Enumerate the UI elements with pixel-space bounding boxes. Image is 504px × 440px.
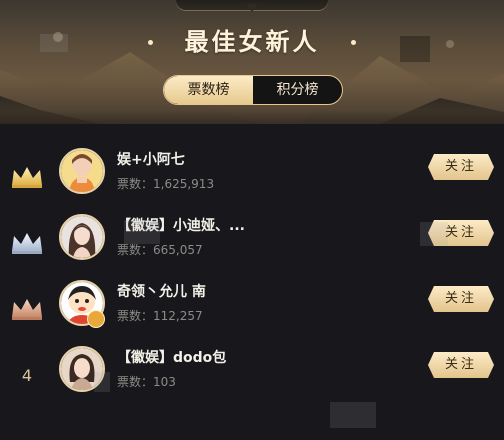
follow-button[interactable]: 关注 [428,352,494,378]
follow-button-label: 关注 [444,291,477,306]
avatar[interactable] [59,148,105,194]
live-badge-icon [87,310,105,328]
avatar-long-hair-woman [61,216,103,258]
vote-count: 票数：112,257 [117,309,203,323]
rank-1-badge [10,162,44,192]
follow-button-label: 关注 [444,225,477,240]
ranking-row-3: 奇领丶允儿 南 票数：112,257 关注 [0,280,504,346]
follow-button-label: 关注 [444,357,477,372]
best-female-newcomer-ranking: 最佳女新人 票数榜 积分榜 娱+小阿七 票数：1,625,913 关注 【徽娱】… [0,0,504,440]
user-name[interactable]: 【徽娱】小迪娅、... [117,217,245,235]
page-title: 最佳女新人 [184,28,320,56]
rank-3-badge [10,294,44,324]
mountain-background [0,32,504,124]
avatar-woman-dark-hair [61,348,103,390]
follow-button[interactable]: 关注 [428,220,494,246]
tab-points-ranking[interactable]: 积分榜 [253,76,342,104]
ranking-tab-switch: 票数榜 积分榜 [163,75,343,105]
bronze-crown-icon [12,299,42,320]
gold-crown-icon [12,167,42,188]
user-name[interactable]: 奇领丶允儿 南 [117,283,206,301]
rank-4-badge: 4 [10,360,44,390]
title-row: 最佳女新人 [0,22,504,62]
rank-number: 4 [21,365,33,385]
avatar-orange-top-woman [61,150,103,192]
ranking-row-2: 【徽娱】小迪娅、... 票数：665,057 关注 [0,214,504,280]
vote-count: 票数：1,625,913 [117,177,215,191]
title-right-dot [350,40,356,45]
silver-crown-icon [12,233,42,254]
ranking-header: 最佳女新人 票数榜 积分榜 [0,0,504,124]
user-name[interactable]: 【徽娱】dodo包 [117,349,226,367]
avatar[interactable] [59,346,105,392]
vote-count: 票数：665,057 [117,243,203,257]
user-name[interactable]: 娱+小阿七 [117,151,185,169]
tab-votes-ranking[interactable]: 票数榜 [164,76,253,104]
top-tab-notch [176,0,328,12]
ranking-row-1: 娱+小阿七 票数：1,625,913 关注 [0,148,504,214]
title-left-dot [148,40,154,45]
rank-2-badge [10,228,44,258]
follow-button-label: 关注 [444,159,477,174]
follow-button[interactable]: 关注 [428,154,494,180]
ranking-row-4: 4 【徽娱】dodo包 票数：103 关注 [0,346,504,412]
follow-button[interactable]: 关注 [428,286,494,312]
ranking-list: 娱+小阿七 票数：1,625,913 关注 【徽娱】小迪娅、... 票数：665… [0,124,504,440]
avatar[interactable] [59,214,105,260]
vote-count: 票数：103 [117,375,176,389]
